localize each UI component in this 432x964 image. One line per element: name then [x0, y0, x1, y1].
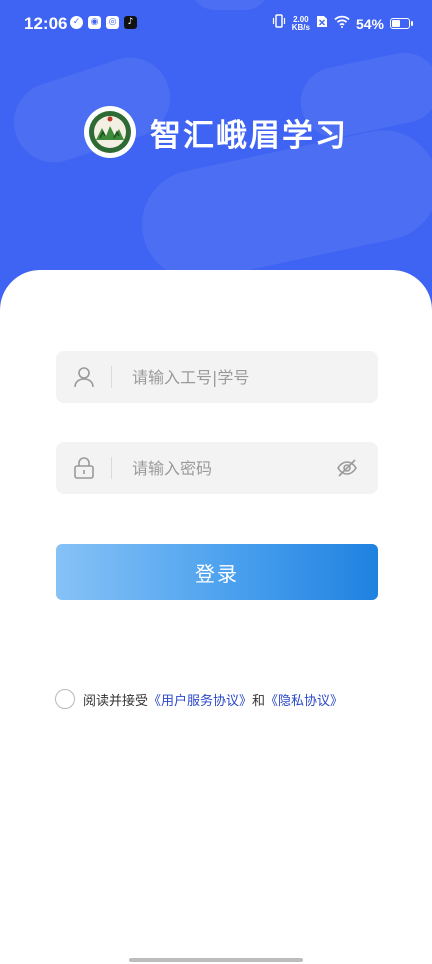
home-indicator[interactable] — [129, 958, 303, 962]
user-icon — [72, 365, 96, 389]
agreement-row: 阅读并接受 《用户服务协议》 和 《隐私协议》 — [55, 689, 343, 709]
network-speed-unit: KB/s — [291, 22, 310, 32]
user-agreement-link[interactable]: 《用户服务协议》 — [148, 690, 252, 709]
wifi-icon — [334, 15, 350, 33]
password-input[interactable] — [132, 442, 332, 494]
tiktok-icon: ♪ — [124, 16, 137, 29]
status-right-group: 2.00 KB/s 54% — [272, 14, 413, 33]
password-field — [56, 442, 378, 494]
username-input[interactable] — [132, 351, 332, 403]
weibo-icon: ◎ — [106, 16, 119, 29]
agreement-checkbox[interactable] — [55, 689, 75, 709]
lock-icon — [72, 456, 96, 480]
notification-icons: ✓ ◉ ◎ ♪ — [70, 16, 137, 29]
network-speed: 2.00 KB/s — [291, 15, 310, 32]
status-bar: 12:06 ✓ ◉ ◎ ♪ 2.00 KB/s 54% — [0, 0, 432, 52]
eye-off-icon[interactable] — [336, 457, 358, 479]
username-field — [56, 351, 378, 403]
app-title: 智汇峨眉学习 — [150, 117, 348, 154]
field-divider — [111, 366, 112, 388]
battery-level — [392, 20, 400, 27]
agreement-prefix: 阅读并接受 — [83, 693, 149, 709]
status-time: 12:06 — [24, 14, 68, 33]
login-button[interactable]: 登录 — [56, 544, 378, 600]
vibrate-icon — [272, 14, 286, 33]
battery-icon — [390, 18, 413, 29]
no-sim-icon — [316, 15, 328, 33]
privacy-policy-link[interactable]: 《隐私协议》 — [265, 690, 343, 709]
field-divider — [111, 457, 112, 479]
battery-percent: 54% — [355, 15, 384, 32]
login-screen: 12:06 ✓ ◉ ◎ ♪ 2.00 KB/s 54% 智汇峨眉学习 请输入工号… — [0, 0, 432, 964]
wechat-icon: ◉ — [88, 16, 101, 29]
brand-header: 智汇峨眉学习 — [84, 106, 348, 158]
agreement-and: 和 — [252, 693, 266, 709]
school-logo — [84, 106, 136, 158]
check-circle-icon: ✓ — [70, 16, 83, 29]
